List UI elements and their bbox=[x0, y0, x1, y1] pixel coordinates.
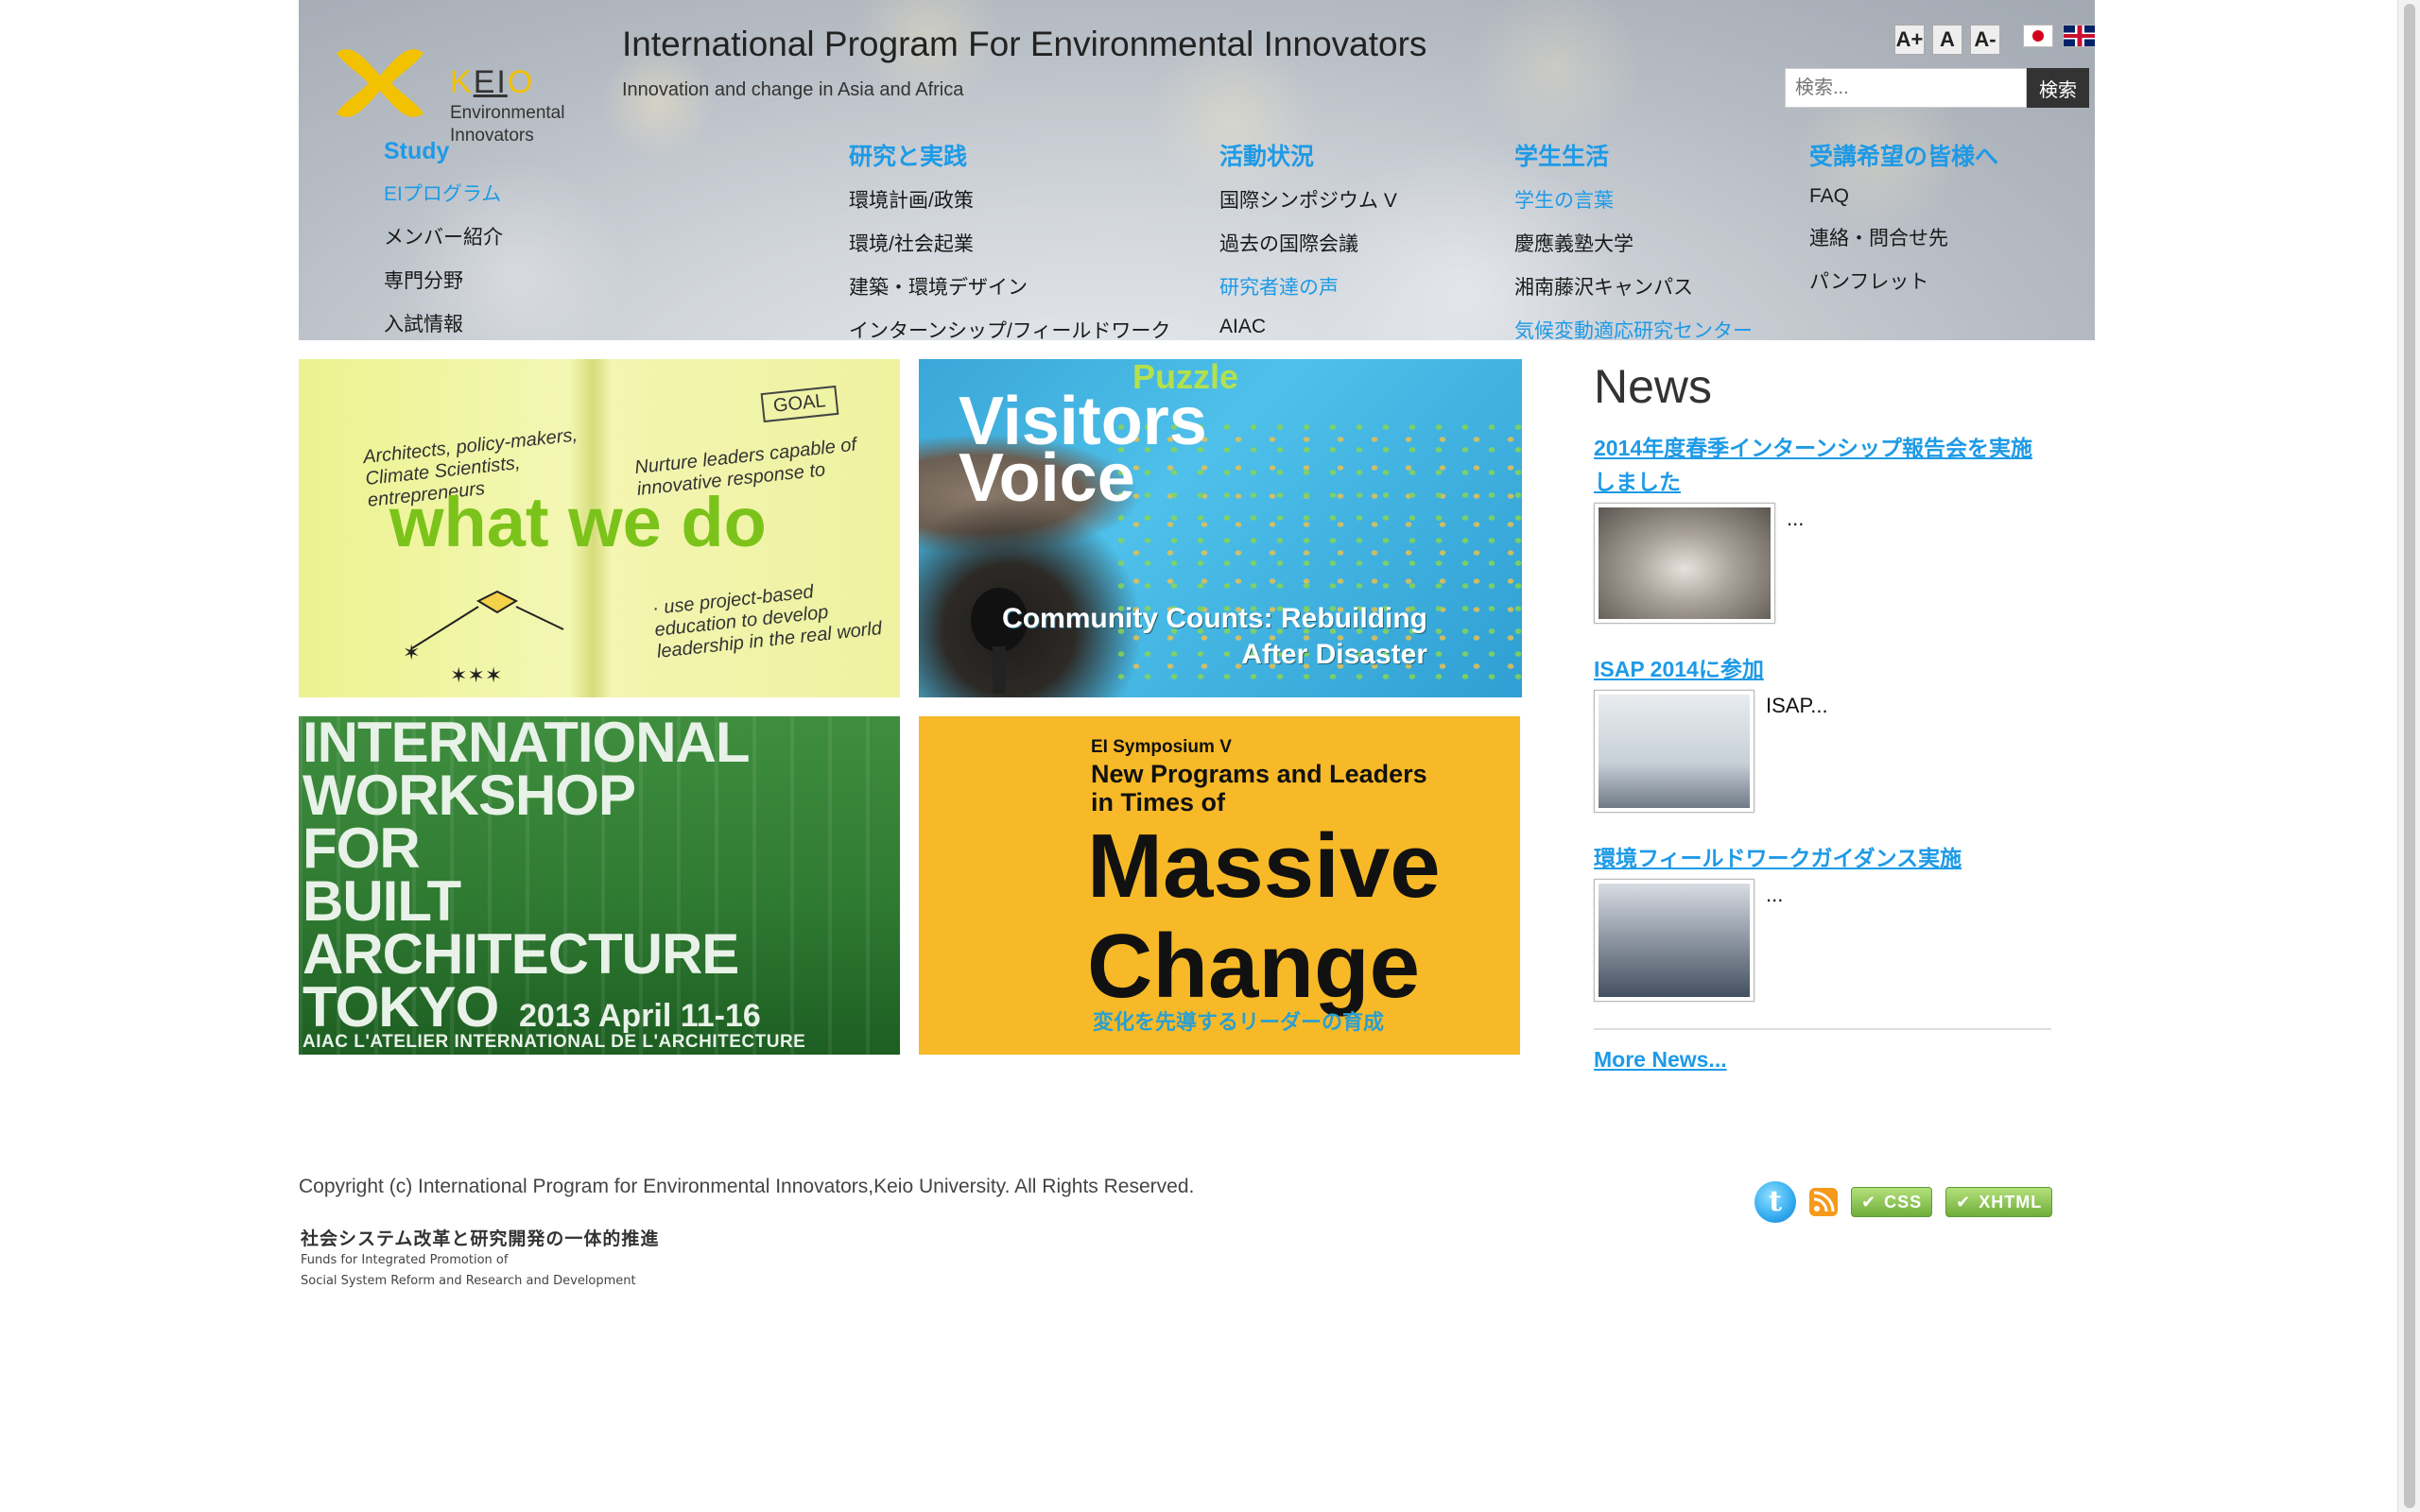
nav-item-student-words[interactable]: 学生の言葉 bbox=[1514, 185, 1753, 214]
search-button[interactable]: 検索 bbox=[2027, 68, 2089, 108]
nav-item-faq[interactable]: FAQ bbox=[1809, 185, 1998, 208]
nav-item-internship[interactable]: インターンシップ/フィールドワーク bbox=[849, 316, 1170, 340]
symposium-subtitle: New Programs and Leaders in Times of bbox=[1091, 760, 1427, 816]
workshop-date: 2013 April 11-16 bbox=[519, 998, 761, 1034]
svg-text:✶: ✶ bbox=[403, 641, 420, 664]
nav-heading-applicants[interactable]: 受講希望の皆様へ bbox=[1809, 138, 1998, 172]
tile-visitors-voice[interactable]: Puzzle Visitors Voice Community Counts: … bbox=[919, 359, 1522, 697]
site-title[interactable]: International Program For Environmental … bbox=[622, 25, 1426, 64]
nav-item-past-conferences[interactable]: 過去の国際会議 bbox=[1219, 229, 1397, 257]
news-title-link[interactable]: 2014年度春季インターンシップ報告会を実施しました bbox=[1594, 431, 2051, 499]
nav-column-activities: 活動状況 国際シンポジウム V 過去の国際会議 研究者達の声 AIAC bbox=[1219, 138, 1397, 340]
nav-column-study: Study EIプログラム メンバー紹介 専門分野 入試情報 bbox=[384, 138, 503, 340]
news-thumbnail[interactable] bbox=[1594, 690, 1754, 813]
massive-change-title: Massive Change bbox=[1087, 816, 1441, 1017]
news-snippet: ISAP... bbox=[1766, 694, 1828, 717]
nav-item-fields[interactable]: 専門分野 bbox=[384, 266, 503, 294]
workshop-title: INTERNATIONAL WORKSHOP FOR BUILT ARCHITE… bbox=[302, 716, 751, 1039]
search-form: 検索 bbox=[1785, 68, 2089, 108]
rss-icon[interactable] bbox=[1809, 1188, 1838, 1216]
font-size-tools: A+ A A- bbox=[1894, 25, 2000, 55]
nav-item-entrepreneurship[interactable]: 環境/社会起業 bbox=[849, 229, 1170, 257]
notebook-note-right-2: · use project-based education to develop… bbox=[651, 581, 883, 662]
check-icon: ✔ bbox=[1956, 1193, 1972, 1211]
what-we-do-headline: what we do bbox=[389, 483, 767, 561]
font-decrease-button[interactable]: A- bbox=[1970, 25, 2000, 55]
goal-label: GOAL bbox=[761, 385, 839, 423]
font-reset-button[interactable]: A bbox=[1932, 25, 1962, 55]
nav-column-student-life: 学生生活 学生の言葉 慶應義塾大学 湘南藤沢キャンパス 気候変動適応研究センター bbox=[1514, 138, 1753, 340]
svg-text:✶✶✶: ✶✶✶ bbox=[450, 663, 502, 686]
uk-flag-icon[interactable] bbox=[2063, 25, 2095, 47]
twitter-icon[interactable]: t bbox=[1754, 1181, 1796, 1223]
fund-logo[interactable]: 社会システム改革と研究開発の一体的推進 Funds for Integrated… bbox=[301, 1225, 659, 1292]
nav-item-planning-policy[interactable]: 環境計画/政策 bbox=[849, 185, 1170, 214]
nav-item-ei-program[interactable]: EIプログラム bbox=[384, 179, 503, 207]
nav-item-aiac[interactable]: AIAC bbox=[1219, 316, 1397, 338]
nav-heading-study[interactable]: Study bbox=[384, 138, 503, 165]
nav-item-sfc-campus[interactable]: 湘南藤沢キャンパス bbox=[1514, 272, 1753, 301]
nav-heading-research[interactable]: 研究と実践 bbox=[849, 138, 1170, 172]
copyright-text: Copyright (c) International Program for … bbox=[299, 1176, 1195, 1197]
news-snippet: ... bbox=[1766, 883, 1784, 906]
logo-ei-text: EI bbox=[473, 64, 508, 100]
sketch-diagram-icon: ✶ ✶✶✶ bbox=[403, 590, 564, 686]
tile-what-we-do[interactable]: Architects, policy-makers, Climate Scien… bbox=[299, 359, 900, 697]
logo-x-icon bbox=[337, 49, 424, 117]
nav-heading-activities[interactable]: 活動状況 bbox=[1219, 138, 1397, 172]
footer-badges: t ✔ CSS ✔ XHTML bbox=[1754, 1181, 2053, 1223]
search-input[interactable] bbox=[1785, 68, 2027, 108]
news-divider bbox=[1594, 1028, 2051, 1030]
page-scrollbar[interactable] bbox=[2397, 0, 2420, 1512]
visitors-voice-title: Visitors Voice bbox=[959, 384, 1207, 516]
nav-item-climate-center[interactable]: 気候変動適応研究センター bbox=[1514, 316, 1753, 340]
nav-item-members[interactable]: メンバー紹介 bbox=[384, 222, 503, 250]
font-increase-button[interactable]: A+ bbox=[1894, 25, 1925, 55]
nav-column-applicants: 受講希望の皆様へ FAQ 連絡・問合せ先 パンフレット bbox=[1809, 138, 1998, 310]
symposium-label: EI Symposium V bbox=[1091, 737, 1232, 757]
news-thumbnail[interactable] bbox=[1594, 879, 1754, 1002]
nav-heading-student-life[interactable]: 学生生活 bbox=[1514, 138, 1753, 172]
nav-item-symposium[interactable]: 国際シンポジウム V bbox=[1219, 185, 1397, 214]
visitors-caption: Community Counts: Rebuilding After Disas… bbox=[1002, 603, 1427, 670]
valid-xhtml-badge[interactable]: ✔ XHTML bbox=[1945, 1187, 2053, 1217]
jp-flag-icon[interactable] bbox=[2023, 25, 2053, 47]
nav-item-admissions[interactable]: 入試情報 bbox=[384, 309, 503, 337]
news-item: ISAP 2014に参加 ISAP... bbox=[1594, 652, 2051, 813]
tile-international-workshop[interactable]: INTERNATIONAL WORKSHOP FOR BUILT ARCHITE… bbox=[299, 716, 900, 1055]
tile-massive-change[interactable]: EI Symposium V New Programs and Leaders … bbox=[919, 716, 1520, 1055]
more-news-link[interactable]: More News... bbox=[1594, 1047, 2051, 1073]
nav-item-keio-university[interactable]: 慶應義塾大学 bbox=[1514, 229, 1753, 257]
site-tagline: Innovation and change in Asia and Africa bbox=[622, 79, 964, 100]
nav-item-contact[interactable]: 連絡・問合せ先 bbox=[1809, 223, 1998, 251]
site-logo[interactable]: KEIO Environmental Innovators bbox=[333, 34, 579, 146]
nav-item-pamphlet[interactable]: パンフレット bbox=[1809, 266, 1998, 295]
news-snippet: ... bbox=[1787, 507, 1805, 530]
valid-css-badge[interactable]: ✔ CSS bbox=[1851, 1187, 1933, 1217]
news-section: News 2014年度春季インターンシップ報告会を実施しました ... ISAP… bbox=[1594, 359, 2051, 1073]
workshop-footer: AIAC L'ATELIER INTERNATIONAL DE L'ARCHIT… bbox=[302, 1032, 806, 1055]
check-icon: ✔ bbox=[1861, 1193, 1877, 1211]
nav-item-architecture-design[interactable]: 建築・環境デザイン bbox=[849, 272, 1170, 301]
news-item: 環境フィールドワークガイダンス実施 ... bbox=[1594, 841, 2051, 1002]
site-header: KEIO Environmental Innovators Internatio… bbox=[299, 0, 2095, 340]
language-switcher bbox=[2023, 25, 2095, 47]
news-title-link[interactable]: ISAP 2014に参加 bbox=[1594, 652, 2051, 686]
symposium-jp-caption: 変化を先導するリーダーの育成 bbox=[1093, 1010, 1385, 1034]
nav-column-research: 研究と実践 環境計画/政策 環境/社会起業 建築・環境デザイン インターンシップ… bbox=[849, 138, 1170, 340]
nav-item-researcher-voices[interactable]: 研究者達の声 bbox=[1219, 272, 1397, 301]
news-thumbnail[interactable] bbox=[1594, 503, 1775, 624]
logo-keio-text: KEIO bbox=[450, 64, 535, 100]
scrollbar-thumb[interactable] bbox=[2404, 4, 2415, 1508]
news-item: 2014年度春季インターンシップ報告会を実施しました ... bbox=[1594, 431, 2051, 624]
news-heading: News bbox=[1594, 360, 1713, 413]
news-title-link[interactable]: 環境フィールドワークガイダンス実施 bbox=[1594, 841, 2051, 875]
